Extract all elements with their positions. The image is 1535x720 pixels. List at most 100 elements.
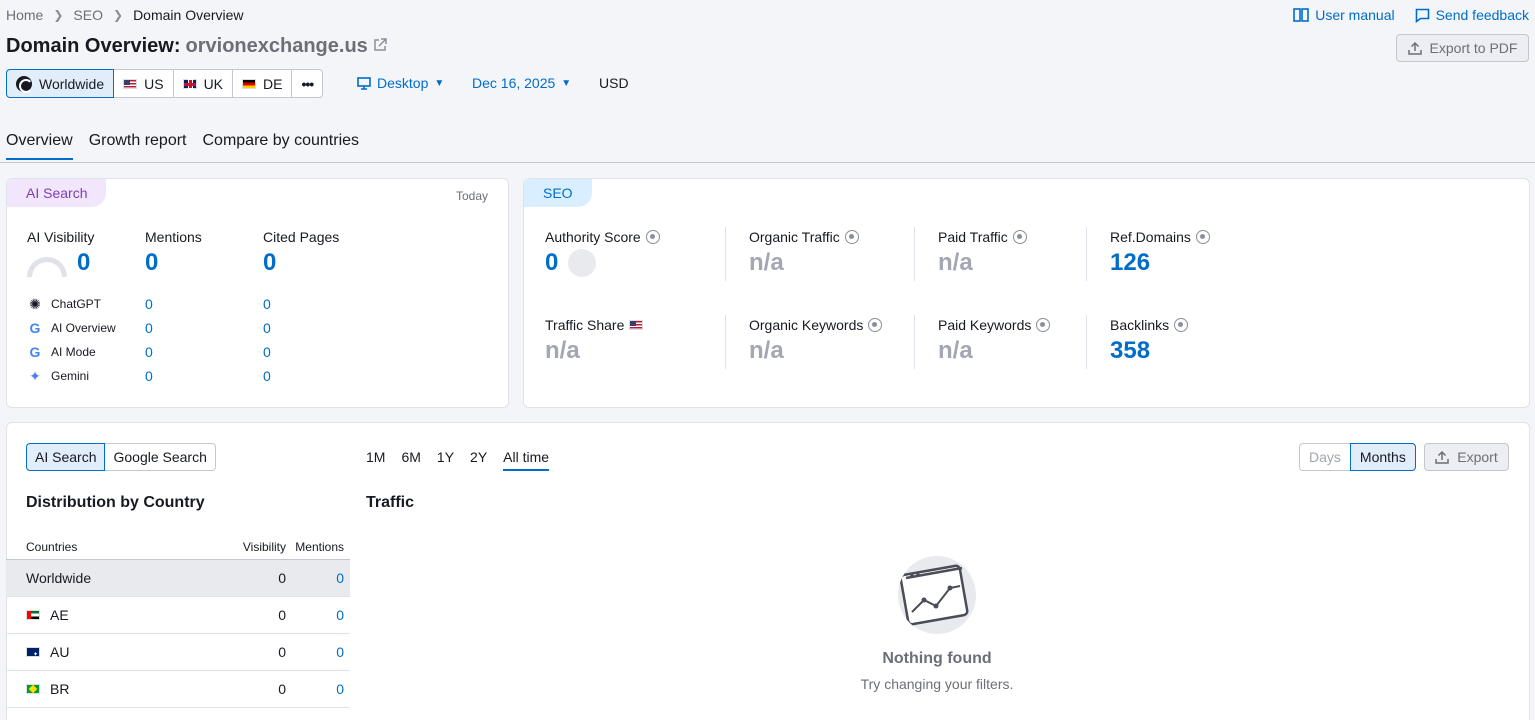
flag-de-icon: [242, 78, 257, 89]
google-icon: G: [29, 344, 41, 360]
ai-row-cited[interactable]: 0: [263, 296, 271, 312]
table-row[interactable]: Worldwide 0 0: [6, 560, 350, 597]
info-icon[interactable]: [868, 318, 883, 332]
cited-pages-metric: Cited Pages 0: [263, 229, 339, 277]
divider: [725, 315, 726, 369]
col-visibility[interactable]: Visibility: [216, 540, 286, 554]
period-all-time[interactable]: All time: [503, 449, 550, 471]
distribution-title: Distribution by Country: [26, 494, 205, 511]
empty-chart-illustration: [898, 556, 976, 634]
metric-value[interactable]: 0: [263, 249, 339, 277]
db-uk[interactable]: UK: [172, 69, 234, 98]
metric-value[interactable]: 0: [145, 249, 202, 277]
user-manual-link[interactable]: User manual: [1293, 7, 1395, 23]
db-worldwide[interactable]: Worldwide: [6, 69, 115, 98]
metric-value[interactable]: 0: [545, 249, 558, 277]
ai-row-mentions[interactable]: 0: [145, 344, 263, 360]
ai-search-tag: AI Search: [7, 179, 107, 207]
page-title-prefix: Domain Overview:: [6, 35, 181, 57]
backlinks-metric: Backlinks 358: [1110, 317, 1189, 365]
paid-keywords-metric: Paid Keywords n/a: [938, 317, 1051, 365]
empty-title: Nothing found: [882, 650, 992, 667]
export-button[interactable]: Export: [1424, 443, 1509, 471]
tab-compare-by-countries[interactable]: Compare by countries: [203, 132, 360, 160]
days-toggle[interactable]: Days: [1299, 443, 1350, 471]
db-label: DE: [263, 75, 283, 92]
mentions-value[interactable]: 0: [286, 570, 344, 586]
divider: [1086, 315, 1087, 369]
main-tabs: Overview Growth report Compare by countr…: [6, 132, 359, 160]
chevron-down-icon: ▼: [561, 77, 572, 89]
metric-value[interactable]: 358: [1110, 337, 1188, 365]
table-row[interactable]: AE 0 0: [6, 597, 350, 634]
flag-us-icon: [123, 78, 138, 89]
ai-row-cited[interactable]: 0: [263, 344, 271, 360]
flag-br-icon: [26, 684, 40, 694]
tab-growth-report[interactable]: Growth report: [89, 132, 187, 160]
info-icon[interactable]: [645, 230, 660, 244]
db-de[interactable]: DE: [232, 69, 293, 98]
authority-score-chart: [568, 249, 597, 277]
metric-label: Traffic Share: [545, 317, 625, 333]
feedback-icon: [1415, 8, 1429, 23]
ai-row-gemini: ✦ Gemini 0 0: [27, 368, 271, 385]
ai-row-name: AI Mode: [51, 345, 96, 359]
metric-value[interactable]: 0: [77, 249, 90, 277]
device-label: Desktop: [377, 75, 429, 91]
breadcrumb-current: Domain Overview: [133, 7, 244, 23]
period-1y[interactable]: 1Y: [437, 449, 454, 471]
breadcrumb-home[interactable]: Home: [6, 7, 43, 23]
more-databases-button[interactable]: •••: [291, 69, 324, 98]
col-countries[interactable]: Countries: [6, 540, 216, 554]
country-name: AU: [50, 644, 70, 660]
date-dropdown[interactable]: Dec 16, 2025 ▼: [472, 75, 571, 91]
breadcrumb: Home ❯ SEO ❯ Domain Overview: [6, 7, 244, 23]
db-us[interactable]: US: [113, 69, 174, 98]
organic-traffic-metric: Organic Traffic n/a: [749, 229, 859, 277]
col-mentions[interactable]: Mentions: [286, 540, 344, 554]
info-icon[interactable]: [844, 230, 859, 244]
ai-search-toggle[interactable]: AI Search: [26, 443, 106, 471]
info-icon[interactable]: [1174, 318, 1189, 332]
period-1m[interactable]: 1M: [366, 449, 385, 471]
device-dropdown[interactable]: Desktop ▼: [357, 75, 444, 91]
info-icon[interactable]: [1012, 230, 1027, 244]
chevron-right-icon: ❯: [113, 8, 124, 22]
divider: [725, 227, 726, 281]
metric-value: n/a: [545, 337, 580, 364]
user-manual-label: User manual: [1315, 7, 1395, 23]
ai-row-cited[interactable]: 0: [263, 368, 271, 384]
divider: [914, 227, 915, 281]
ai-row-ai-overview: G AI Overview 0 0: [27, 320, 271, 336]
period-2y[interactable]: 2Y: [470, 449, 487, 471]
country-table: Countries Visibility Mentions Worldwide …: [6, 534, 350, 708]
metric-value: n/a: [938, 249, 973, 276]
flag-us-icon: [629, 320, 644, 330]
export-pdf-button[interactable]: Export to PDF: [1396, 34, 1529, 62]
empty-subtitle: Try changing your filters.: [860, 676, 1014, 692]
mentions-value[interactable]: 0: [286, 681, 344, 697]
send-feedback-link[interactable]: Send feedback: [1415, 7, 1529, 23]
table-row[interactable]: BR 0 0: [6, 671, 350, 708]
ai-row-mentions[interactable]: 0: [145, 296, 263, 312]
metric-value[interactable]: 126: [1110, 249, 1210, 277]
table-row[interactable]: AU 0 0: [6, 634, 350, 671]
external-link-icon[interactable]: [373, 38, 387, 55]
google-search-toggle[interactable]: Google Search: [105, 443, 216, 471]
granularity-toggle: Days Months: [1299, 443, 1416, 471]
domain-name[interactable]: orvionexchange.us: [186, 35, 368, 58]
info-icon[interactable]: [1195, 230, 1210, 244]
mentions-value[interactable]: 0: [286, 607, 344, 623]
period-6m[interactable]: 6M: [401, 449, 420, 471]
ai-row-cited[interactable]: 0: [263, 320, 271, 336]
tabs-divider: [0, 162, 1535, 163]
tab-overview[interactable]: Overview: [6, 132, 73, 160]
breadcrumb-seo[interactable]: SEO: [73, 7, 103, 23]
mentions-value[interactable]: 0: [286, 644, 344, 660]
ai-row-mentions[interactable]: 0: [145, 368, 263, 384]
ai-row-mentions[interactable]: 0: [145, 320, 263, 336]
seo-card: SEO Authority Score 0 Organic Traffic n/…: [523, 178, 1530, 408]
months-toggle[interactable]: Months: [1349, 443, 1416, 471]
flag-ae-icon: [26, 610, 40, 620]
info-icon[interactable]: [1036, 318, 1051, 332]
